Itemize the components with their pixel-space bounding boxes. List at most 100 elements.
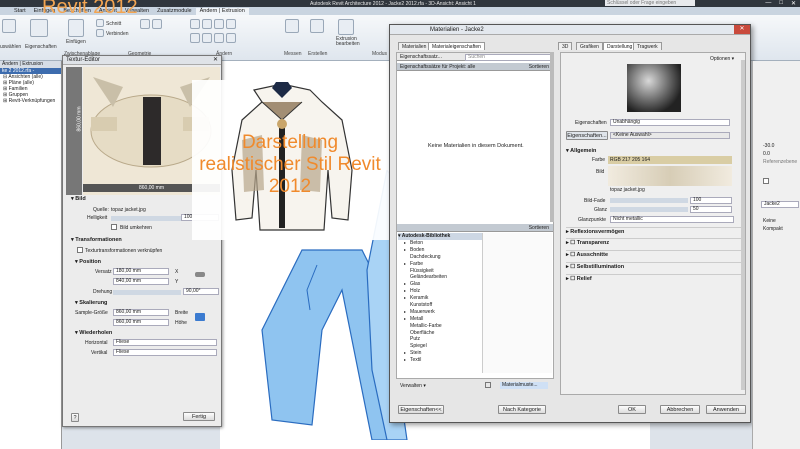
array-icon[interactable]: [190, 33, 200, 43]
eigenschaften-button[interactable]: Eigenschaften...: [566, 131, 608, 140]
tab-zusatzmodule[interactable]: Zusatzmodule: [153, 8, 196, 15]
tab-start[interactable]: Start: [10, 8, 30, 15]
quelle-value[interactable]: topaz jacket.jpg: [111, 207, 146, 213]
close-icon[interactable]: ✕: [213, 56, 218, 65]
eigenschaften-toggle-button[interactable]: Eigenschaften<<: [398, 405, 444, 414]
library-item[interactable]: ▸ Glas: [404, 281, 482, 288]
prop-value-3[interactable]: Referenzebene: [761, 160, 799, 167]
bild-filename[interactable]: topaz jacket.jpg: [610, 187, 645, 193]
material-preview-sphere[interactable]: [627, 64, 681, 112]
library-item[interactable]: ▸ Mauerwerk: [404, 309, 482, 316]
appearance-scrollbar[interactable]: [741, 60, 745, 390]
paste-icon[interactable]: [68, 19, 84, 37]
properties-icon[interactable]: [30, 19, 48, 37]
rotate-icon[interactable]: [202, 19, 212, 29]
library-item[interactable]: Spiegel: [404, 343, 482, 350]
drehung-slider[interactable]: [113, 290, 181, 295]
join-icon[interactable]: [152, 19, 162, 29]
optionen-menu[interactable]: Optionen ▾: [710, 56, 734, 62]
tab-darstellung[interactable]: Darstellung: [603, 42, 637, 50]
prop-name-field[interactable]: Jacke2: [761, 201, 799, 208]
library-item[interactable]: Kunststoff: [404, 302, 482, 309]
materialmuster-button[interactable]: Materialmuste...: [500, 382, 548, 389]
section-reflexion[interactable]: ▸ Reflexionsvermögen: [566, 227, 741, 236]
library-root[interactable]: ▾ Autodesk-Bibliothek: [398, 233, 482, 240]
tab-materialien[interactable]: Materialien: [398, 42, 431, 50]
tab-materialeigenschaften[interactable]: Materialeigenschaften: [428, 42, 485, 50]
library-item[interactable]: ▸ Farbe: [404, 261, 482, 268]
sortieren-button[interactable]: Sortieren: [529, 63, 549, 71]
tree-item-revit-links[interactable]: ⊞ Revit-Verknüpfungen: [0, 98, 61, 104]
hoehe-field[interactable]: 860,00 mm: [113, 319, 169, 326]
move-icon[interactable]: [190, 19, 200, 29]
fertig-button[interactable]: Fertig: [183, 412, 215, 421]
drehung-field[interactable]: 90,00°: [183, 288, 219, 295]
delete-icon[interactable]: [226, 33, 236, 43]
copy-icon[interactable]: [96, 29, 104, 37]
measure-icon[interactable]: [285, 19, 299, 33]
geometry-tool-icon[interactable]: [140, 19, 150, 29]
library-item[interactable]: ▸ Boden: [404, 247, 482, 254]
prop-keine[interactable]: Keine: [761, 219, 799, 226]
prop-value-2[interactable]: 0.0: [761, 152, 799, 159]
versatz-x-field[interactable]: 180,00 mm: [113, 268, 169, 275]
eigenschaften-select[interactable]: Unabhängig: [610, 119, 730, 126]
select-icon[interactable]: [2, 19, 16, 33]
pin-icon[interactable]: [214, 33, 224, 43]
glanzpunkte-select[interactable]: Nicht metallic: [610, 216, 734, 223]
library-item[interactable]: Flüssigkeit: [404, 268, 482, 275]
prop-value-1[interactable]: -30.0: [761, 144, 799, 151]
library-item[interactable]: Geländearbeiten: [404, 274, 482, 281]
glanz-field[interactable]: 50: [690, 206, 732, 213]
library-item[interactable]: Putz: [404, 336, 482, 343]
scale-lock-icon[interactable]: [195, 313, 205, 321]
create-icon[interactable]: [310, 19, 324, 33]
scale-icon[interactable]: [202, 33, 212, 43]
bildfade-field[interactable]: 100: [690, 197, 732, 204]
bildfade-slider[interactable]: [610, 198, 688, 203]
maximize-icon[interactable]: □: [779, 0, 783, 7]
anwenden-button[interactable]: Anwenden: [706, 405, 746, 414]
close-icon[interactable]: ✕: [791, 0, 796, 7]
bild-umkehren-checkbox[interactable]: [111, 224, 117, 230]
breite-field[interactable]: 860,00 mm: [113, 309, 169, 316]
library-item[interactable]: ▸ Keramik: [404, 295, 482, 302]
cut-icon[interactable]: [96, 19, 104, 27]
library-item[interactable]: ▸ Holz: [404, 288, 482, 295]
help-search-input[interactable]: Schlüssel oder Frage eingeben: [605, 0, 695, 6]
bild-thumbnail[interactable]: [608, 166, 732, 186]
mirror-icon[interactable]: [214, 19, 224, 29]
list-scrollbar[interactable]: [550, 52, 554, 222]
link-icon[interactable]: [195, 272, 205, 277]
ok-button[interactable]: OK: [618, 405, 646, 414]
view-toggle-icon[interactable]: [485, 382, 491, 388]
versatz-y-field[interactable]: 840,00 mm: [113, 278, 169, 285]
section-transparenz[interactable]: ▸ ☐ Transparenz: [566, 238, 741, 247]
help-button[interactable]: ?: [71, 413, 79, 422]
close-icon[interactable]: ✕: [734, 25, 750, 34]
tab-aendern-extrusion[interactable]: Ändern | Extrusion: [195, 8, 249, 15]
library-item[interactable]: ▸ Textil: [404, 357, 482, 364]
helligkeit-slider[interactable]: [111, 216, 181, 221]
glanz-slider[interactable]: [610, 207, 688, 212]
abbrechen-button[interactable]: Abbrechen: [660, 405, 700, 414]
library-item[interactable]: ▸ Stein: [404, 350, 482, 357]
library-sort-button[interactable]: Sortieren: [529, 224, 549, 232]
section-relief[interactable]: ▸ ☐ Relief: [566, 274, 741, 283]
tab-tragwerk[interactable]: Tragwerk: [633, 42, 662, 50]
texturtrans-checkbox[interactable]: [77, 247, 83, 253]
section-allgemein[interactable]: ▾ Allgemein: [566, 148, 596, 154]
library-item[interactable]: ▸ Beton: [404, 240, 482, 247]
prop-kompakt[interactable]: Kompakt: [761, 227, 799, 234]
section-selbstillumination[interactable]: ▸ ☐ Selbstillumination: [566, 262, 741, 271]
nach-kategorie-button[interactable]: Nach Kategorie: [498, 405, 546, 414]
edit-extrusion-icon[interactable]: [338, 19, 354, 35]
library-item[interactable]: Oberfläche: [404, 330, 482, 337]
library-item[interactable]: Metallic-Farbe: [404, 323, 482, 330]
material-search-input[interactable]: Suchen: [465, 54, 551, 61]
library-item[interactable]: ▸ Metall: [404, 316, 482, 323]
tab-grafiken[interactable]: Grafiken: [576, 42, 603, 50]
section-ausschnitte[interactable]: ▸ ☐ Ausschnitte: [566, 250, 741, 259]
verwalten-menu[interactable]: Verwalten ▾: [400, 383, 426, 389]
horizontal-select[interactable]: Fliese: [113, 339, 217, 346]
